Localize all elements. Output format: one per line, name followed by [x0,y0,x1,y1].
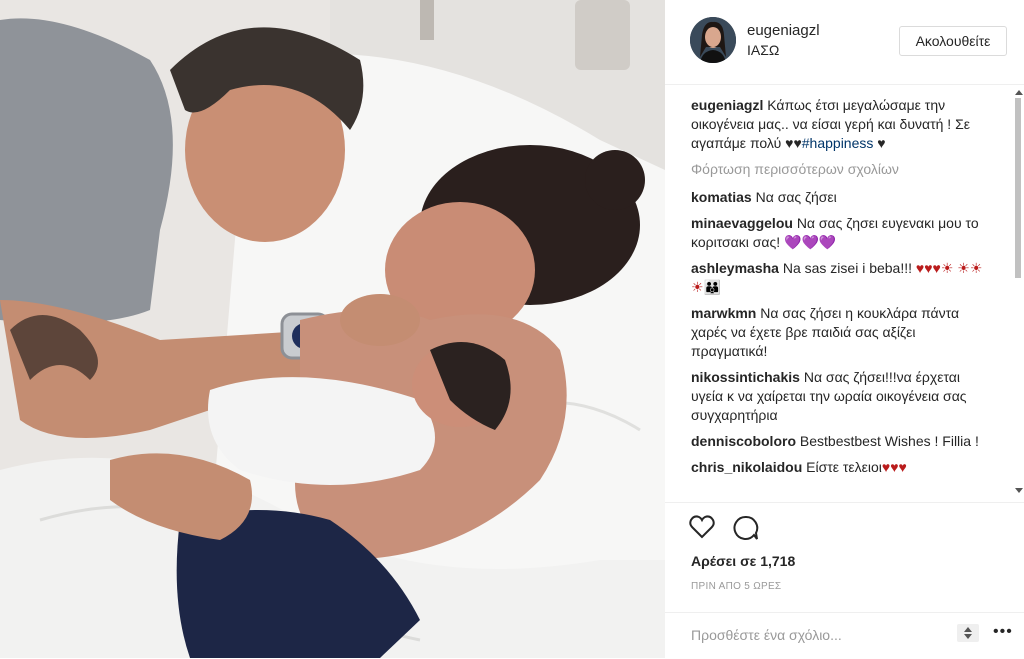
avatar[interactable] [690,17,736,63]
comment-item: marwkmn Να σας ζήσει η κουκλάρα πάντα χα… [691,304,991,361]
comment-text: Είστε τελειοι [806,459,882,475]
comment-emoji: 💜💜💜 [784,234,837,250]
comment-username[interactable]: marwkmn [691,305,756,321]
comments-list: eugeniagzl Κάπως έτσι μεγαλώσαμε την οικ… [691,96,991,500]
username-link[interactable]: eugeniagzl [747,22,820,39]
caption-end: ♥ [873,135,886,151]
post-header: eugeniagzl ΙΑΣΩ Ακολουθείτε [665,0,1024,85]
caption: eugeniagzl Κάπως έτσι μεγαλώσαμε την οικ… [691,96,991,153]
comment-item: denniscoboloro Bestbestbest Wishes ! Fil… [691,432,991,451]
more-options-icon[interactable]: ••• [993,623,1013,641]
scroll-down-icon[interactable] [1015,488,1023,493]
comment-username[interactable]: ashleymasha [691,260,779,276]
comment-item: komatias Να σας ζήσει [691,188,991,207]
post-photo[interactable] [0,0,665,658]
comment-icon[interactable] [733,515,759,546]
comment-text: Na sas zisei i beba!!! [782,260,913,276]
scroll-up-icon[interactable] [1015,90,1023,95]
comment-item: chris_nikolaidou Είστε τελειοι♥♥♥ [691,458,991,477]
comment-item: minaevaggelou Να σας ζησει ευγενακι μου … [691,214,991,252]
comment-username[interactable]: nikossintichakis [691,369,800,385]
sort-spinner-icon[interactable] [957,624,979,642]
comment-emoji: ♥♥♥ [881,459,907,475]
add-comment-input[interactable] [691,625,941,645]
post-panel: eugeniagzl ΙΑΣΩ Ακολουθείτε eugeniagzl Κ… [665,0,1024,658]
comment-username[interactable]: denniscoboloro [691,433,796,449]
add-comment-bar: ••• [665,612,1024,659]
post-actions: Αρέσει σε 1,718 ΠΡΙΝ ΑΠΟ 5 ΩΡΕΣ [665,502,1024,613]
comment-text: Bestbestbest Wishes ! Fillia ! [799,433,979,449]
comments-scrollbar[interactable] [1013,88,1023,498]
comment-username[interactable]: chris_nikolaidou [691,459,802,475]
comment-text: Να σας ζήσει [755,189,837,205]
follow-button[interactable]: Ακολουθείτε [899,26,1007,56]
caption-username[interactable]: eugeniagzl [691,97,763,113]
load-more-comments-link[interactable]: Φόρτωση περισσότερων σχολίων [691,160,991,179]
comment-item: ashleymasha Na sas zisei i beba!!! ♥♥♥☀ … [691,259,991,297]
comment-item: nikossintichakis Να σας ζήσει!!!να έρχετ… [691,368,991,425]
post-timestamp: ΠΡΙΝ ΑΠΟ 5 ΩΡΕΣ [691,581,782,592]
heart-icon[interactable] [689,515,715,544]
avatar-image [690,17,736,63]
photo-illustration [0,0,665,658]
comment-username[interactable]: komatias [691,189,752,205]
comment-username[interactable]: minaevaggelou [691,215,793,231]
caption-hashtag[interactable]: #happiness [802,135,874,151]
likes-count[interactable]: Αρέσει σε 1,718 [691,553,795,569]
scrollbar-thumb[interactable] [1015,98,1021,278]
location-link[interactable]: ΙΑΣΩ [747,42,779,58]
